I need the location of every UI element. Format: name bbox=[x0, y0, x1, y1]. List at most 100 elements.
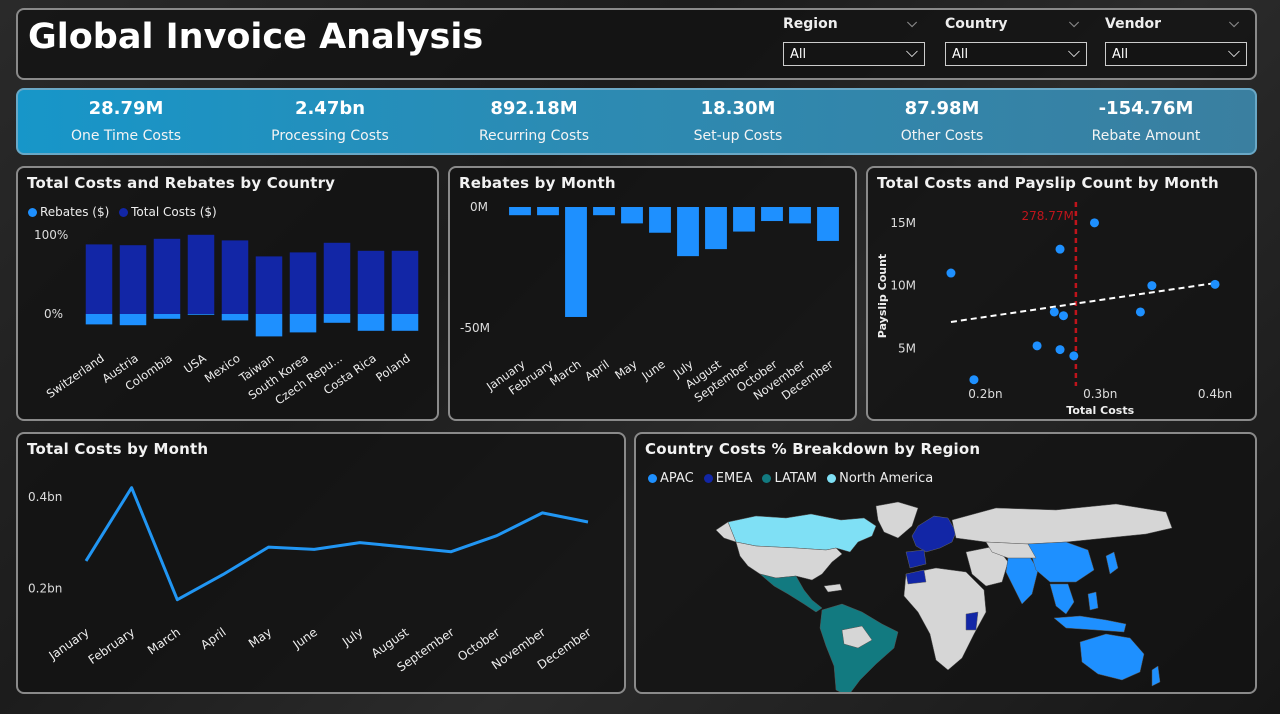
map-region-south-america[interactable] bbox=[819, 603, 899, 692]
scatter-point bbox=[1135, 307, 1145, 317]
country-slicer-label: Country bbox=[945, 16, 1008, 32]
costs-rebates-country-panel[interactable]: Total Costs and Rebates by Country Rebat… bbox=[16, 166, 439, 421]
x-tick-label: Mexico bbox=[202, 351, 243, 386]
scatter-point bbox=[1147, 281, 1157, 291]
rebates-month-chart: 0M-50MJanuaryFebruaryMarchApril May June Ju… bbox=[460, 200, 839, 405]
bar-rebates bbox=[817, 207, 839, 241]
bar-rebates bbox=[593, 207, 615, 216]
chevron-down-icon[interactable]: ⌵ bbox=[1069, 16, 1079, 31]
bar-total-costs bbox=[221, 240, 249, 314]
country-dropdown[interactable]: All ⌵ bbox=[945, 42, 1087, 66]
region-map-panel[interactable]: Country Costs % Breakdown by Region APAC… bbox=[634, 432, 1257, 694]
bar-rebates bbox=[323, 314, 351, 323]
chevron-down-icon[interactable]: ⌵ bbox=[906, 42, 918, 62]
y-tick-label: -50M bbox=[460, 321, 490, 335]
y-axis-title: Payslip Count bbox=[876, 254, 889, 338]
bar-rebates bbox=[677, 207, 699, 257]
x-tick-label: 0.3bn bbox=[1083, 387, 1117, 401]
country-dropdown-value: All bbox=[952, 47, 969, 62]
kpi-value: 892.18M bbox=[490, 98, 578, 119]
bar-rebates bbox=[357, 314, 385, 331]
kpi-label: Recurring Costs bbox=[478, 128, 590, 144]
x-tick-label: March bbox=[145, 625, 183, 657]
bar-rebates bbox=[85, 314, 113, 325]
bar-total-costs bbox=[289, 252, 317, 314]
scatter-point bbox=[1058, 311, 1068, 321]
map-region-greenland[interactable] bbox=[875, 501, 919, 539]
kpi-label: Other Costs bbox=[900, 128, 984, 144]
map-region-australia[interactable] bbox=[1079, 633, 1145, 681]
series-line bbox=[84, 486, 589, 602]
x-tick-label: February bbox=[86, 625, 138, 667]
map-region-iberia[interactable] bbox=[905, 549, 927, 569]
rebates-month-panel[interactable]: Rebates by Month 0M -50M January February Ma… bbox=[448, 166, 857, 421]
country-slicer[interactable]: Country ⌵ All ⌵ bbox=[945, 16, 1087, 66]
page-title: Global Invoice Analysis bbox=[28, 17, 484, 57]
scatter-point bbox=[1069, 351, 1079, 361]
bar-total-costs bbox=[85, 244, 113, 314]
vendor-dropdown[interactable]: All ⌵ bbox=[1105, 42, 1247, 66]
vendor-slicer[interactable]: Vendor ⌵ All ⌵ bbox=[1105, 16, 1247, 66]
kpi-label: One Time Costs bbox=[70, 128, 182, 144]
map-region-russia[interactable] bbox=[951, 503, 1173, 545]
world-map bbox=[715, 501, 1173, 692]
y-tick-label: 100% bbox=[34, 228, 68, 242]
bar-rebates bbox=[537, 207, 559, 216]
y-tick-label: 0.4bn bbox=[28, 490, 62, 504]
scatter-point bbox=[1055, 345, 1065, 355]
chevron-down-icon[interactable]: ⌵ bbox=[1068, 42, 1080, 62]
bar-total-costs bbox=[357, 250, 385, 314]
chevron-down-icon[interactable]: ⌵ bbox=[1229, 16, 1239, 31]
x-tick-label: Poland bbox=[373, 351, 412, 384]
x-tick-label: 0.4bn bbox=[1198, 387, 1232, 401]
total-costs-month-chart: 0.4bn 0.2bn JanuaryFebruary March April May Ju… bbox=[28, 486, 594, 675]
bar-rebates bbox=[509, 207, 531, 216]
kpi-label: Rebate Amount bbox=[1091, 128, 1201, 144]
kpi-label: Set-up Costs bbox=[693, 128, 783, 144]
scatter-point bbox=[1210, 279, 1220, 289]
map-region-southeast-asia[interactable] bbox=[1049, 583, 1075, 615]
region-slicer[interactable]: Region ⌵ All ⌵ bbox=[783, 16, 925, 66]
kpi-setup-costs: 18.30M Set-up Costs bbox=[636, 98, 840, 144]
scatter-point bbox=[946, 268, 956, 278]
bar-total-costs bbox=[323, 242, 351, 314]
scatter-point bbox=[969, 375, 979, 385]
bar-total-costs bbox=[119, 245, 147, 314]
kpi-one-time-costs: 28.79M One Time Costs bbox=[24, 98, 228, 144]
map-region-north-africa-emea[interactable] bbox=[905, 569, 927, 585]
costs-payslip-scatter: 15M 10M 5M 0.2bn 0.3bn 0.4bn Total Costs Paysli… bbox=[876, 202, 1232, 417]
x-tick-label: Switzerland bbox=[44, 351, 107, 401]
bar-rebates bbox=[221, 314, 249, 321]
bar-rebates bbox=[255, 314, 283, 337]
header-panel: Global Invoice Analysis Region ⌵ All ⌵ Cou… bbox=[16, 8, 1257, 80]
kpi-processing-costs: 2.47bn Processing Costs bbox=[228, 98, 432, 144]
bar-rebates bbox=[705, 207, 727, 250]
chevron-down-icon[interactable]: ⌵ bbox=[1228, 42, 1240, 62]
x-tick-label: May bbox=[612, 357, 640, 382]
kpi-value: 18.30M bbox=[700, 98, 776, 119]
bar-rebates bbox=[153, 314, 181, 319]
map-region-japan[interactable] bbox=[1105, 551, 1119, 575]
bar-total-costs bbox=[187, 234, 215, 314]
scatter-point bbox=[1055, 244, 1065, 254]
y-tick-label: 0% bbox=[44, 307, 63, 321]
map-region-philippines[interactable] bbox=[1087, 591, 1099, 611]
map-region-east-africa-emea[interactable] bbox=[965, 611, 979, 631]
kpi-rebate-amount: -154.76M Rebate Amount bbox=[1044, 98, 1248, 144]
x-axis-title: Total Costs bbox=[1066, 404, 1134, 417]
map-region-new-zealand[interactable] bbox=[1151, 665, 1161, 687]
y-tick-label: 10M bbox=[890, 279, 916, 293]
costs-payslip-month-panel[interactable]: Total Costs and Payslip Count by Month 1… bbox=[866, 166, 1257, 421]
chevron-down-icon[interactable]: ⌵ bbox=[907, 16, 917, 31]
y-tick-label: 0.2bn bbox=[28, 581, 62, 595]
scatter-point bbox=[1032, 341, 1042, 351]
map-region-europe[interactable] bbox=[911, 515, 957, 553]
bar-rebates bbox=[119, 314, 147, 326]
region-dropdown[interactable]: All ⌵ bbox=[783, 42, 925, 66]
map-region-caribbean[interactable] bbox=[823, 583, 843, 593]
total-costs-month-panel[interactable]: Total Costs by Month 0.4bn 0.2bn January Fe… bbox=[16, 432, 626, 694]
scatter-point bbox=[1049, 307, 1059, 317]
map-region-china[interactable] bbox=[1027, 541, 1095, 583]
map-region-indonesia[interactable] bbox=[1053, 615, 1127, 633]
costs-rebates-country-chart: 100%0%SwitzerlandAustriaColombia USAMexic… bbox=[34, 228, 419, 407]
